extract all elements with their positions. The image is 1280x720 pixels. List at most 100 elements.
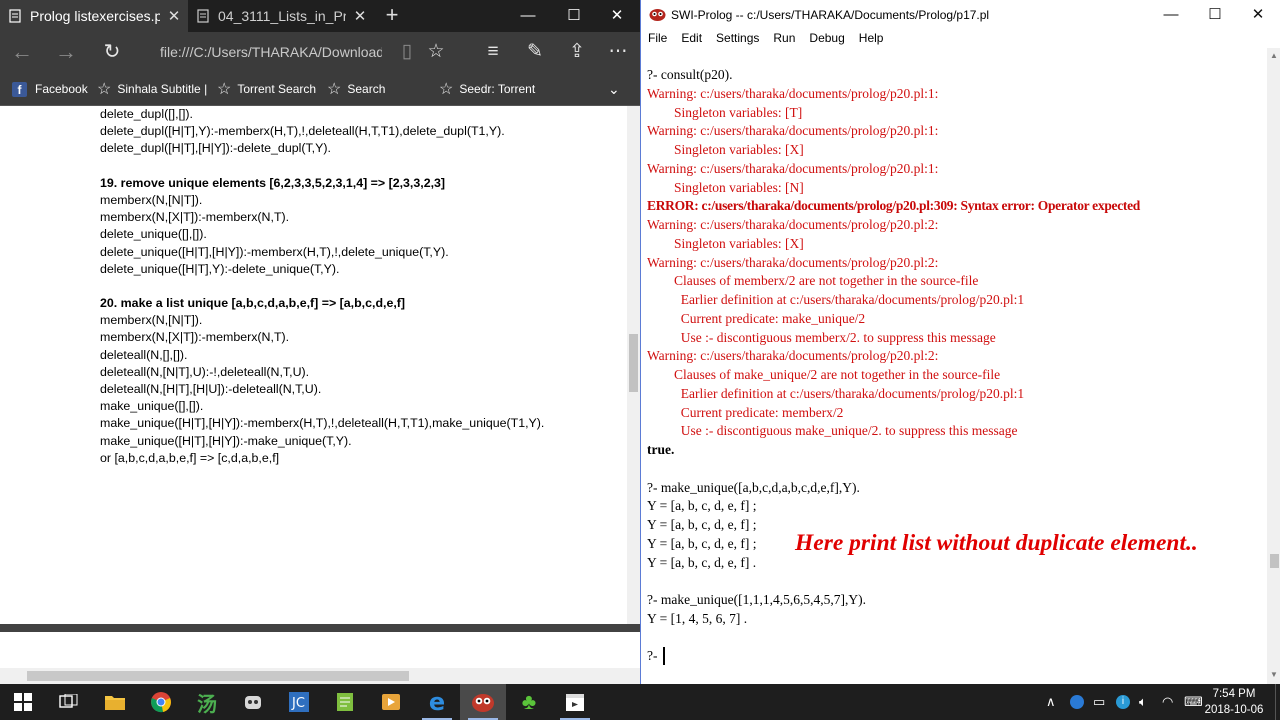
tab-prolog-listexercises[interactable]: Prolog listexercises.pdf ✕	[0, 0, 188, 32]
close-window-button[interactable]: ✕	[594, 0, 640, 32]
scrollbar-thumb[interactable]	[1270, 554, 1279, 568]
chevron-down-icon[interactable]: ⌄	[608, 72, 620, 106]
taskbar-clover-app[interactable]: ♣	[506, 684, 552, 720]
star-icon: ☆	[327, 81, 342, 98]
taskbar-media-player[interactable]	[368, 684, 414, 720]
pdf-code-line	[100, 158, 620, 175]
pdf-code-line: deleteall(N,[],[]).	[100, 347, 188, 362]
console-line: ERROR: c:/users/tharaka/documents/prolog…	[647, 198, 1141, 214]
web-note-icon[interactable]: ✎	[520, 38, 550, 66]
taskbar-notepad[interactable]	[322, 684, 368, 720]
refresh-icon[interactable]: ↻	[92, 32, 132, 72]
forward-arrow-icon[interactable]: →	[46, 32, 86, 72]
scroll-down-arrow-icon[interactable]: ▼	[1267, 670, 1280, 679]
pdf-code-line: make_unique([H|T],[H|Y]):-make_unique(T,…	[100, 433, 352, 448]
pdf-code-line: deleteall(N,[H|T],[H|U]):-deleteall(N,T,…	[100, 382, 322, 396]
minimize-button[interactable]: —	[1148, 0, 1194, 30]
taskbar-chrome[interactable]	[138, 684, 184, 720]
close-tab-icon[interactable]: ✕	[160, 7, 188, 25]
favorite-sinhala-subtitle[interactable]: ☆ Sinhala Subtitle |	[97, 72, 207, 106]
page-divider	[0, 624, 640, 632]
clock-date: 2018-10-06	[1204, 704, 1264, 716]
console-line: Warning: c:/users/tharaka/documents/prol…	[647, 217, 939, 232]
share-icon[interactable]: ⇪	[562, 38, 592, 66]
menu-settings[interactable]: Settings	[709, 28, 766, 48]
swi-prolog-owl-icon	[472, 694, 494, 712]
more-options-icon[interactable]: ⋯	[603, 38, 633, 66]
window-title: SWI-Prolog -- c:/Users/THARAKA/Documents…	[671, 8, 990, 22]
tab-label: 04_3111_Lists_in_Prolog.pdf	[218, 8, 346, 24]
hub-menu-icon[interactable]: ≡	[478, 38, 508, 66]
taskbar-edge[interactable]: e	[414, 684, 460, 720]
text-cursor	[663, 647, 665, 665]
console-line: true.	[647, 442, 675, 457]
pdf-code-line: delete_dupl([H|T],Y):-memberx(H,T),!,del…	[100, 124, 505, 139]
console-line: ?- make_unique([1,1,1,4,5,6,5,4,5,7],Y).	[647, 592, 866, 607]
pdf-file-icon	[9, 9, 21, 23]
windows-logo-icon	[14, 693, 32, 711]
scrollbar-thumb[interactable]	[27, 671, 409, 681]
favorite-torrent-search[interactable]: ☆ Torrent Search	[217, 72, 316, 106]
console-line: Use :- discontiguous make_unique/2. to s…	[647, 423, 1018, 439]
annotation-text: Here print list without duplicate elemen…	[795, 530, 1198, 556]
taskbar-app-robot[interactable]	[230, 684, 276, 720]
favorite-seedr-torrent[interactable]: ☆ Seedr: Torrent	[439, 72, 535, 106]
console-line: Clauses of make_unique/2 are not togethe…	[647, 367, 1001, 382]
favorite-facebook[interactable]: f Facebook	[12, 72, 88, 106]
taskbar-video-app[interactable]	[552, 684, 598, 720]
folder-icon	[105, 696, 125, 710]
console-line: Y = [a, b, c, d, e, f] ;	[647, 498, 757, 514]
task-view-button[interactable]	[46, 684, 92, 720]
volume-icon[interactable]: 🔈︎	[1139, 684, 1147, 720]
favorite-star-icon[interactable]: ☆	[421, 38, 451, 66]
favorite-search[interactable]: ☆ Search	[327, 72, 385, 106]
edge-icon: e	[428, 688, 446, 716]
maximize-button[interactable]: ☐	[551, 0, 597, 32]
edge-browser-window: Prolog listexercises.pdf ✕ 04_3111_Lists…	[0, 0, 640, 684]
scrollbar-thumb[interactable]	[629, 334, 638, 392]
url-field[interactable]: file:///C:/Users/THARAKA/Downloads/Dc	[160, 42, 382, 64]
pdf-viewer[interactable]: delete_dupl([],[]). delete_dupl([H|T],Y):…	[0, 106, 627, 624]
menu-debug[interactable]: Debug	[802, 28, 851, 48]
pdf-vertical-scrollbar[interactable]	[627, 106, 640, 624]
pdf-code-line: delete_unique([H|T],[H|Y]):-memberx(H,T)…	[100, 244, 449, 259]
swi-prolog-owl-icon	[649, 9, 666, 21]
console-vertical-scrollbar[interactable]: ▲ ▼	[1267, 48, 1280, 684]
console-line: Use :- discontiguous memberx/2. to suppr…	[647, 329, 996, 345]
taskbar-app-blue[interactable]: JC	[276, 684, 322, 720]
pdf-code-line: memberx(N,[N|T]).	[100, 313, 203, 328]
close-window-button[interactable]: ✕	[1235, 0, 1280, 30]
scroll-up-arrow-icon[interactable]: ▲	[1267, 51, 1280, 60]
system-clock[interactable]: 7:54 PM 2018-10-06	[1204, 686, 1264, 718]
taskbar-app-green[interactable]: 汤	[184, 684, 230, 720]
minimize-button[interactable]: —	[505, 0, 551, 32]
menu-edit[interactable]: Edit	[674, 28, 709, 48]
language-icon[interactable]: ⌨	[1184, 684, 1203, 720]
taskbar-swi-prolog[interactable]	[460, 684, 506, 720]
pdf-horizontal-scrollbar[interactable]	[0, 668, 640, 684]
console-line: Y = [a, b, c, d, e, f] ;	[647, 535, 757, 551]
favorite-label: Sinhala Subtitle |	[117, 82, 208, 96]
tray-icon-blue[interactable]	[1070, 684, 1084, 720]
wifi-icon[interactable]: ◠	[1162, 684, 1173, 720]
back-arrow-icon[interactable]: ←	[2, 32, 42, 72]
start-button[interactable]	[0, 684, 46, 720]
reading-view-icon[interactable]: ▯	[392, 38, 422, 66]
tray-info-icon[interactable]: i	[1116, 684, 1130, 720]
menu-help[interactable]: Help	[852, 28, 891, 48]
clover-icon: ♣	[521, 689, 537, 714]
console-line: Singleton variables: [N]	[647, 179, 804, 195]
battery-icon[interactable]: ▭	[1093, 684, 1105, 720]
maximize-button[interactable]: ☐	[1192, 0, 1238, 30]
close-tab-icon[interactable]: ✕	[346, 7, 374, 25]
menu-run[interactable]: Run	[766, 28, 802, 48]
taskbar-file-explorer[interactable]	[92, 684, 138, 720]
prolog-console[interactable]: ?- consult(p20). Warning: c:/users/tharak…	[647, 48, 1267, 678]
console-line: Warning: c:/users/tharaka/documents/prol…	[647, 85, 939, 101]
show-hidden-icons-chevron[interactable]: ∧	[1046, 684, 1056, 720]
new-tab-button[interactable]: +	[377, 0, 407, 32]
tab-lists-in-prolog[interactable]: 04_3111_Lists_in_Prolog.pdf ✕	[188, 0, 374, 32]
show-desktop-button[interactable]	[1275, 684, 1280, 720]
pdf-code-line: delete_dupl([],[]).	[100, 107, 193, 121]
menu-file[interactable]: File	[641, 28, 674, 48]
